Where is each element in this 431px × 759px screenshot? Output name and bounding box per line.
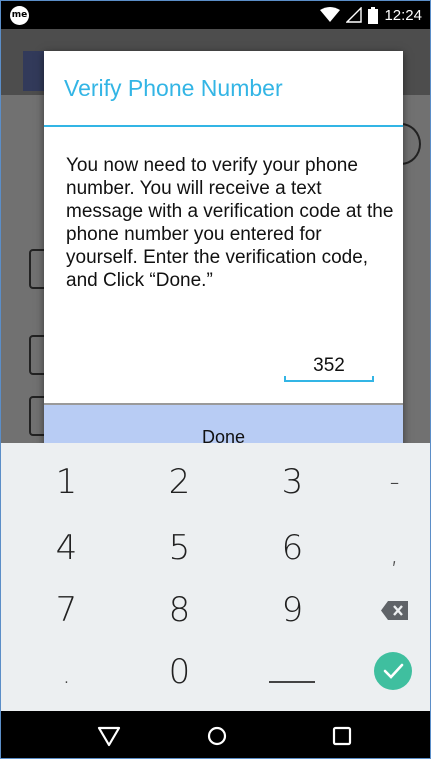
app-notification-icon: me (10, 6, 29, 25)
key-minus[interactable]: - (341, 449, 430, 507)
key-5[interactable]: 5 (126, 515, 233, 573)
screen: me 12:24 Verify Phone Number You now nee… (0, 0, 431, 759)
numeric-keyboard: 1 2 3 - 4 5 6 , 7 8 9 . 0 (1, 443, 430, 711)
done-check-key[interactable] (341, 639, 430, 697)
home-icon[interactable] (197, 721, 237, 751)
key-9[interactable]: 9 (239, 577, 346, 635)
signal-icon (346, 7, 363, 23)
verify-phone-dialog: Verify Phone Number You now need to veri… (44, 51, 403, 461)
backspace-key[interactable] (341, 577, 430, 635)
key-2[interactable]: 2 (126, 449, 233, 507)
verification-code-input[interactable]: 352 (284, 351, 374, 383)
key-0[interactable]: 0 (126, 639, 233, 697)
key-comma[interactable]: , (341, 521, 430, 579)
dialog-title: Verify Phone Number (64, 75, 283, 101)
title-divider (44, 125, 403, 127)
status-bar: me 12:24 (1, 1, 430, 29)
key-7[interactable]: 7 (13, 577, 120, 635)
wifi-icon (320, 7, 341, 22)
key-underscore[interactable] (239, 639, 346, 697)
underscore-glyph (269, 681, 315, 683)
key-8[interactable]: 8 (126, 577, 233, 635)
key-period[interactable]: . (13, 641, 120, 699)
check-icon (374, 652, 412, 690)
key-4[interactable]: 4 (13, 515, 120, 573)
key-3[interactable]: 3 (239, 449, 346, 507)
recents-icon[interactable] (322, 721, 362, 751)
code-input-underline (284, 376, 374, 382)
back-icon[interactable] (89, 721, 129, 751)
key-1[interactable]: 1 (13, 449, 120, 507)
navigation-bar (1, 711, 430, 758)
backspace-icon (381, 601, 408, 620)
clock: 12:24 (384, 6, 422, 24)
status-icons: 12:24 (320, 1, 422, 29)
battery-icon (368, 6, 379, 24)
key-6[interactable]: 6 (239, 515, 346, 573)
dialog-message: You now need to verify your phone number… (66, 155, 394, 291)
